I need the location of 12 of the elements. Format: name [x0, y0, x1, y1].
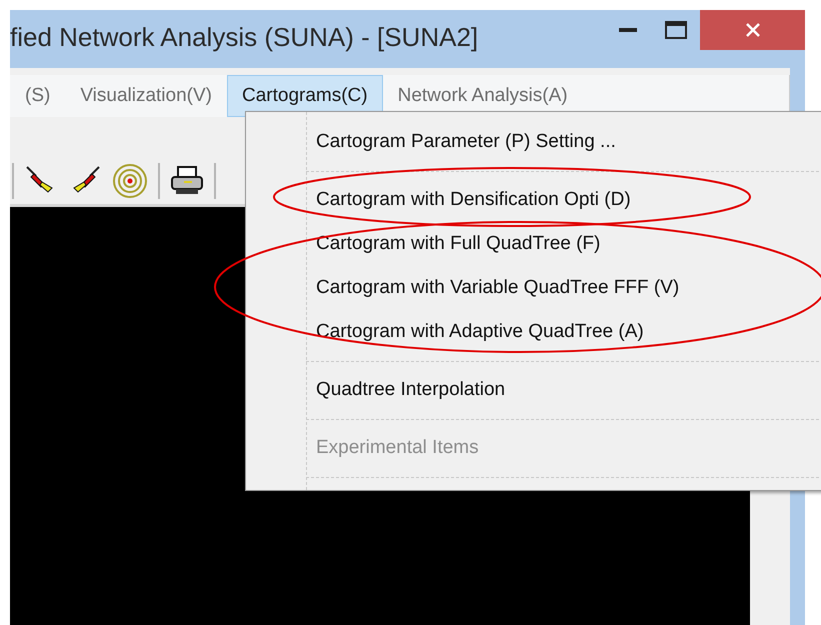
- menu-option[interactable]: Cartogram Parameter (P) Setting ...: [186, 120, 821, 164]
- menu-option[interactable]: Quadtree Interpolation: [186, 368, 821, 412]
- menu-option[interactable]: Cartogram with Adaptive QuadTree (A): [186, 310, 821, 354]
- printer-icon[interactable]: [170, 166, 204, 196]
- window-title: fied Network Analysis (SUNA) - [SUNA2]: [10, 22, 480, 54]
- menu-item[interactable]: Visualization(V): [65, 75, 227, 117]
- menu-option[interactable]: Cartogram with Full QuadTree (F): [186, 222, 821, 266]
- maximize-icon[interactable]: [665, 21, 687, 39]
- menu-option[interactable]: Cartogram with Densification Opti (D): [186, 178, 821, 222]
- menu-option[interactable]: Cartogram with Variable QuadTree FFF (V): [186, 266, 821, 310]
- close-icon[interactable]: [744, 22, 760, 38]
- menu-item[interactable]: (S): [10, 75, 66, 117]
